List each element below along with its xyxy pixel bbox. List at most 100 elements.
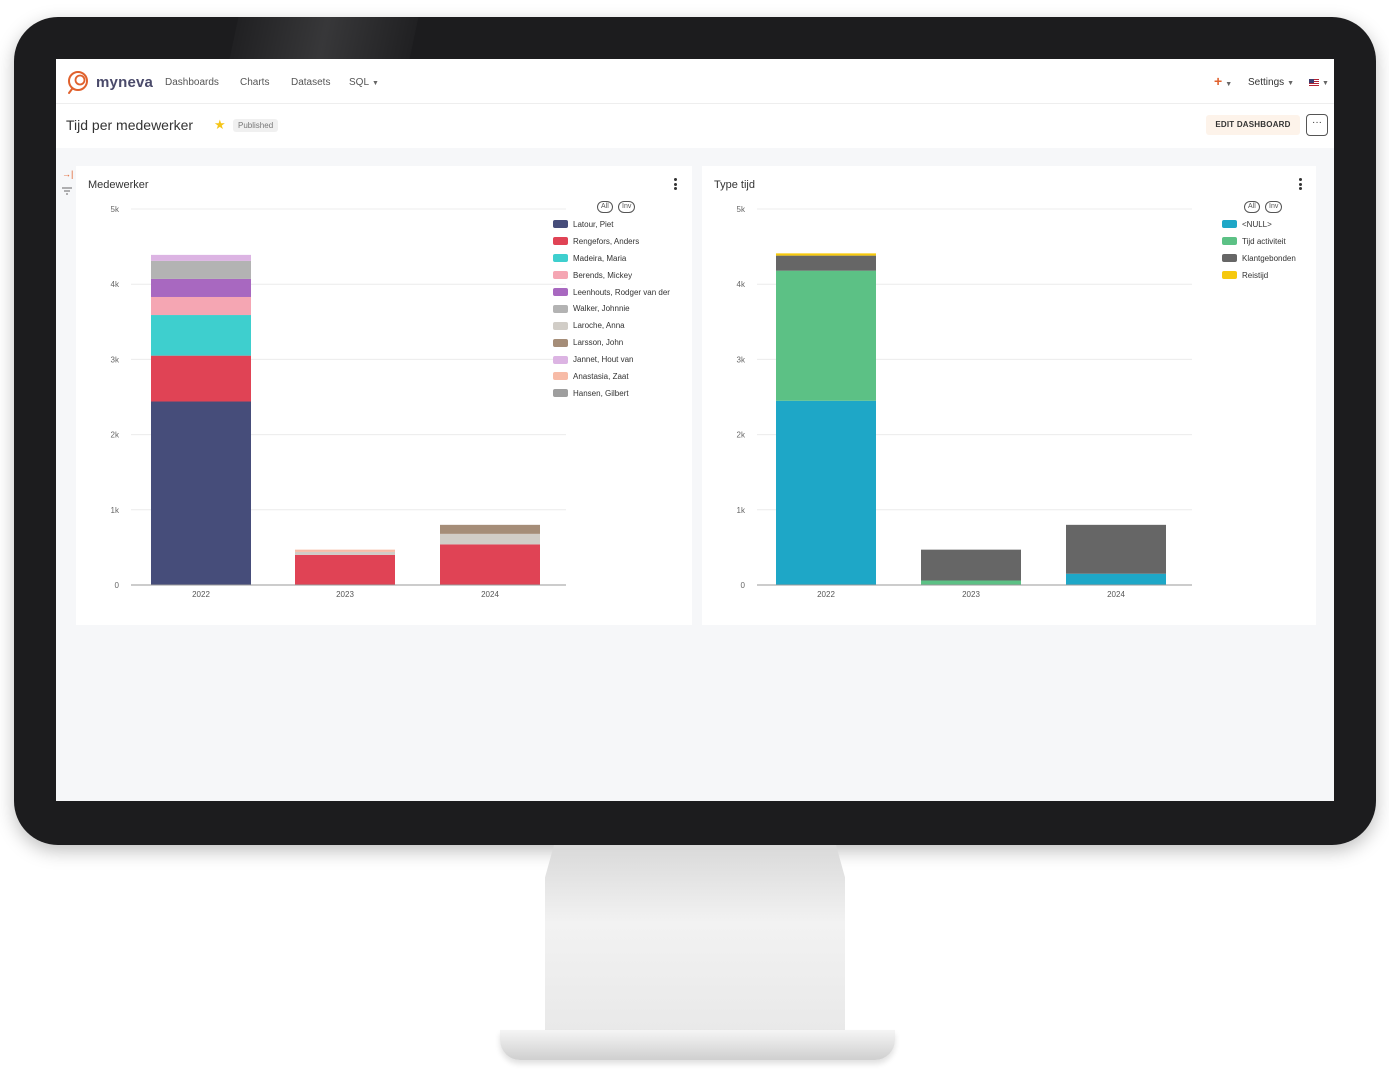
app-screen: myneva Dashboards Charts Datasets SQL ▼ +… [56, 59, 1334, 801]
legend-item[interactable]: Tijd activiteit [1222, 233, 1296, 250]
legend-swatch [1222, 271, 1237, 280]
chevron-down-icon: ▼ [372, 80, 379, 87]
legend-label: <NULL> [1242, 219, 1272, 229]
legend-item[interactable]: Hansen, Gilbert [553, 385, 670, 402]
legend-item[interactable]: Anastasia, Zaat [553, 368, 670, 385]
legend-swatch [553, 389, 568, 398]
edit-dashboard-button[interactable]: EDIT DASHBOARD [1206, 115, 1300, 135]
legend-label: Hansen, Gilbert [573, 388, 629, 398]
y-tick-label: 5k [737, 205, 746, 214]
y-tick-label: 1k [111, 506, 120, 515]
y-tick-label: 0 [741, 581, 746, 590]
nav-dashboards[interactable]: Dashboards [165, 77, 219, 88]
dashboard-title: Tijd per medewerker [66, 117, 194, 133]
bar-segment [440, 544, 540, 585]
nav-sql[interactable]: SQL ▼ [349, 77, 379, 88]
myneva-logo-icon [68, 71, 88, 94]
bar-segment [440, 533, 540, 545]
legend-item[interactable]: Latour, Piet [553, 216, 670, 233]
bar-segment [151, 254, 251, 261]
chart-legend: <NULL> Tijd activiteit Klantgebonden Reisti… [1222, 216, 1296, 284]
top-navbar: myneva Dashboards Charts Datasets SQL ▼ +… [56, 59, 1334, 104]
legend-item[interactable]: Jannet, Hout van [553, 351, 670, 368]
y-tick-label: 1k [737, 506, 746, 515]
legend-swatch [553, 271, 568, 280]
bar-segment [151, 296, 251, 316]
legend-label: Tijd activiteit [1242, 236, 1286, 246]
legend-swatch [1222, 254, 1237, 263]
legend-swatch [553, 220, 568, 229]
legend-swatch [553, 288, 568, 296]
more-options-button[interactable]: ··· [1306, 114, 1328, 136]
y-tick-label: 4k [737, 280, 746, 289]
bar-segment [151, 315, 251, 356]
bar-segment [151, 355, 251, 402]
bezel-reflection [229, 17, 419, 59]
bar-segment [776, 253, 876, 256]
legend-swatch [553, 338, 568, 347]
nav-charts[interactable]: Charts [240, 77, 269, 88]
legend-label: Madeira, Maria [573, 253, 627, 263]
legend-label: Leenhouts, Rodger van der [573, 287, 670, 297]
legend-item[interactable]: Laroche, Anna [553, 317, 670, 334]
legend-item[interactable]: Leenhouts, Rodger van der [553, 284, 670, 301]
status-badge: Published [233, 119, 279, 132]
legend-item[interactable]: Klantgebonden [1222, 250, 1296, 267]
legend-label: Berends, Mickey [573, 270, 633, 280]
legend-swatch [553, 321, 568, 330]
legend-item[interactable]: Berends, Mickey [553, 267, 670, 284]
x-tick-label: 2024 [1107, 590, 1125, 599]
expand-filters-icon[interactable]: →| [62, 169, 73, 179]
language-selector[interactable]: ▼ [1309, 77, 1329, 88]
y-tick-label: 2k [737, 431, 746, 440]
bar-segment [1066, 573, 1166, 585]
bar-segment [776, 255, 876, 271]
settings-label: Settings [1248, 77, 1285, 88]
chevron-down-icon: ▼ [1322, 80, 1329, 87]
legend-label: Laroche, Anna [573, 321, 625, 331]
nav-sql-label: SQL [349, 77, 370, 88]
us-flag-icon [1309, 78, 1319, 86]
plus-icon: + [1214, 73, 1223, 89]
bar-segment [776, 400, 876, 585]
legend-swatch [553, 237, 568, 246]
bar-segment [921, 580, 1021, 585]
legend-swatch [553, 304, 568, 313]
bar-segment [151, 260, 251, 279]
bar-segment [295, 554, 395, 585]
legend-item[interactable]: <NULL> [1222, 216, 1296, 233]
y-tick-label: 3k [111, 355, 120, 364]
favorite-star-icon[interactable]: ★ [214, 117, 226, 133]
legend-label: Walker, Johnnie [573, 304, 630, 314]
nav-datasets[interactable]: Datasets [291, 77, 330, 88]
brand-logo[interactable]: myneva [66, 69, 153, 95]
bar-segment [151, 278, 251, 297]
legend-label: Larsson, John [573, 338, 624, 348]
x-tick-label: 2023 [962, 590, 980, 599]
settings-menu[interactable]: Settings ▼ [1248, 77, 1294, 88]
legend-item[interactable]: Walker, Johnnie [553, 300, 670, 317]
monitor-stand [545, 845, 845, 1040]
y-tick-label: 2k [111, 431, 120, 440]
bar-segment [295, 551, 395, 555]
bar-segment [151, 401, 251, 585]
legend-swatch [553, 355, 568, 364]
chart-legend: Latour, Piet Rengefors, Anders Madeira, Ma… [553, 216, 670, 402]
legend-item[interactable]: Larsson, John [553, 334, 670, 351]
bar-segment [921, 549, 1021, 581]
filter-icon[interactable] [62, 187, 72, 195]
bar-segment [440, 524, 540, 534]
y-tick-label: 3k [737, 355, 746, 364]
legend-item[interactable]: Reistijd [1222, 267, 1296, 284]
legend-item[interactable]: Madeira, Maria [553, 250, 670, 267]
x-tick-label: 2022 [192, 590, 210, 599]
legend-label: Latour, Piet [573, 219, 614, 229]
legend-swatch [1222, 237, 1237, 246]
legend-item[interactable]: Rengefors, Anders [553, 233, 670, 250]
add-new-button[interactable]: + ▼ [1214, 73, 1232, 89]
legend-swatch [553, 372, 568, 381]
y-tick-label: 5k [111, 205, 120, 214]
x-tick-label: 2023 [336, 590, 354, 599]
legend-swatch [1222, 220, 1237, 229]
chart-panel-medewerker: Medewerker All Inv 0 1k 2k 3k 4k 5k 2022 2023 20… [76, 166, 692, 625]
